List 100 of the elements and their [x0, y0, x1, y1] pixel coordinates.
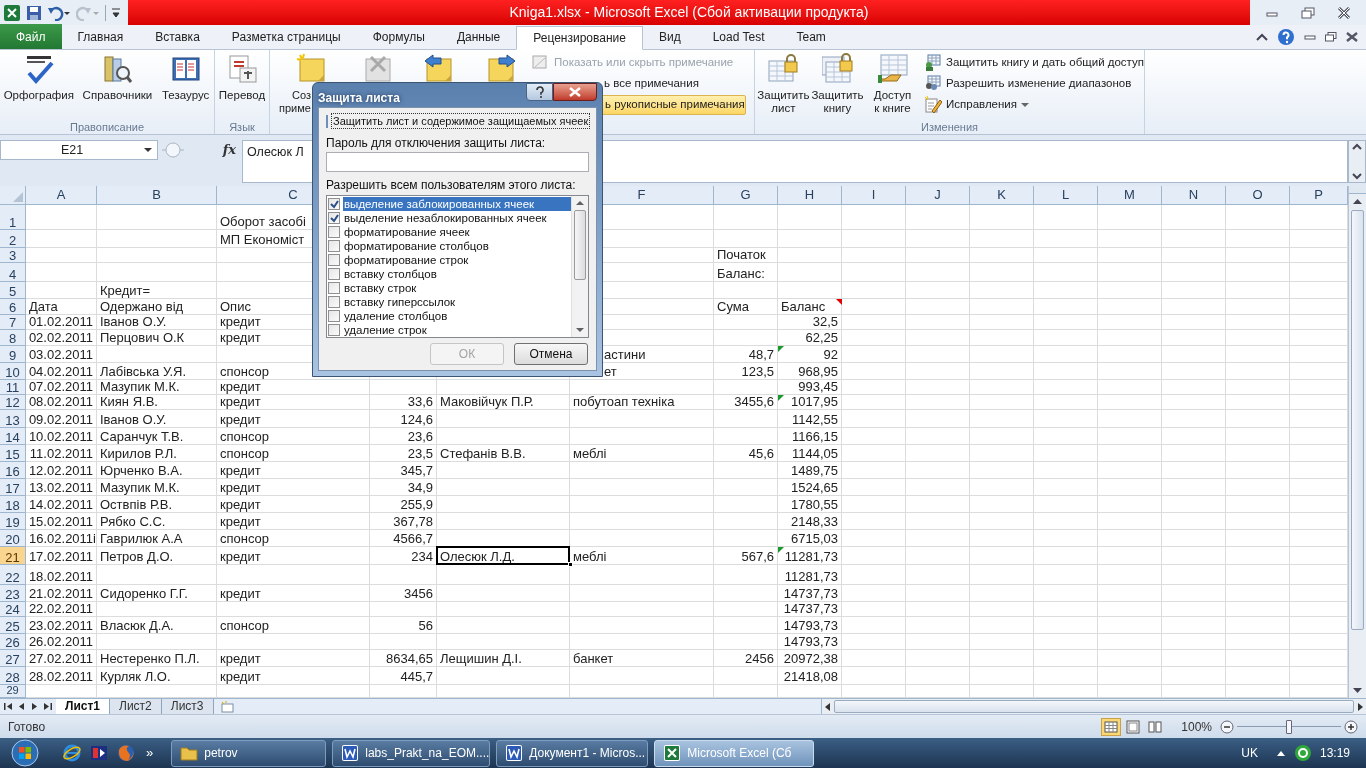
row-header[interactable]: 16: [0, 462, 26, 479]
table-cell[interactable]: Сума: [714, 299, 777, 314]
ribbon-button[interactable]: Защитить книгу и дать общий доступ: [924, 53, 1144, 73]
table-cell[interactable]: Сидоренко Г.Г.: [97, 585, 216, 601]
table-cell[interactable]: Лабівська У.Я.: [97, 363, 216, 379]
ribbon-tab[interactable]: Формулы: [356, 25, 441, 49]
clock[interactable]: 13:19: [1319, 744, 1350, 762]
view-button[interactable]: [1101, 717, 1122, 736]
table-cell[interactable]: Гаврилюк А.А: [97, 530, 216, 546]
password-field[interactable]: [326, 152, 589, 172]
row-header[interactable]: 3: [0, 248, 26, 263]
table-cell[interactable]: Власюк Д.А.: [97, 617, 216, 633]
table-cell[interactable]: Перцович О.К: [97, 330, 216, 345]
table-cell[interactable]: 14737,73: [778, 602, 841, 616]
table-cell[interactable]: меблі: [570, 547, 713, 564]
first-sheet-icon[interactable]: [4, 702, 13, 711]
table-cell[interactable]: 14793,73: [778, 617, 841, 633]
table-cell[interactable]: 968,95: [778, 363, 841, 379]
table-cell[interactable]: побутоап техніка: [570, 395, 713, 409]
checkbox[interactable]: [328, 310, 340, 322]
zoom-out-icon[interactable]: [1220, 719, 1234, 734]
media-icon[interactable]: [90, 744, 108, 762]
close-button[interactable]: [553, 83, 597, 101]
browser-e-icon[interactable]: [62, 743, 82, 763]
table-cell[interactable]: 6715,03: [778, 530, 841, 546]
table-cell[interactable]: 03.02.2011: [26, 346, 96, 362]
table-cell[interactable]: спонсор: [217, 530, 369, 546]
table-cell[interactable]: 234: [370, 547, 436, 564]
column-header[interactable]: H: [778, 186, 842, 204]
table-cell[interactable]: кредит: [217, 547, 369, 564]
table-cell[interactable]: кредит: [217, 650, 369, 666]
list-item[interactable]: удаление столбцов: [343, 309, 571, 323]
row-header[interactable]: 29: [0, 685, 26, 698]
row-header[interactable]: 8: [0, 330, 26, 346]
table-cell[interactable]: Маковійчук П.Р.: [437, 395, 569, 409]
ribbon-tab[interactable]: Главная: [61, 25, 140, 49]
table-cell[interactable]: 62,25: [778, 330, 841, 345]
table-cell[interactable]: 33,6: [370, 395, 436, 409]
ribbon-tab[interactable]: Рецензирование: [516, 26, 643, 50]
close-icon[interactable]: [1346, 32, 1358, 42]
column-header[interactable]: G: [714, 186, 778, 204]
column-header[interactable]: A: [26, 186, 97, 204]
checkbox[interactable]: [328, 226, 340, 238]
zoom-level[interactable]: 100%: [1181, 717, 1212, 736]
row-header[interactable]: 5: [0, 282, 26, 299]
list-item[interactable]: удаление строк: [343, 323, 571, 337]
table-cell[interactable]: кредит: [217, 380, 369, 394]
sheet-tab[interactable]: Лист1: [56, 699, 111, 714]
row-header[interactable]: 9: [0, 346, 26, 363]
table-cell[interactable]: 14737,73: [778, 585, 841, 601]
table-cell[interactable]: Петров Д.О.: [97, 547, 216, 564]
table-cell[interactable]: Киян Я.В.: [97, 395, 216, 409]
scroll-down-icon[interactable]: [1349, 170, 1365, 182]
table-cell[interactable]: Мазупик М.К.: [97, 380, 216, 394]
table-cell[interactable]: меблі: [570, 445, 713, 461]
sheet-tab[interactable]: Лист2: [110, 699, 162, 714]
scrollbar-thumb[interactable]: [1351, 210, 1364, 630]
row-header[interactable]: 20: [0, 530, 26, 547]
column-header[interactable]: K: [970, 186, 1034, 204]
table-cell[interactable]: 56: [370, 617, 436, 633]
table-cell[interactable]: 13.02.2011: [26, 479, 96, 495]
row-header[interactable]: 2: [0, 230, 26, 248]
column-header[interactable]: O: [1226, 186, 1290, 204]
taskbar-button[interactable]: Документ1 - Micros...: [496, 739, 649, 767]
dialog-button[interactable]: Отмена: [514, 343, 588, 365]
row-header[interactable]: 18: [0, 496, 26, 513]
table-cell[interactable]: 04.02.2011: [26, 363, 96, 379]
sheet-tab[interactable]: Лист3: [161, 699, 214, 714]
table-cell[interactable]: 2148,33: [778, 513, 841, 529]
row-header[interactable]: 12: [0, 395, 26, 410]
table-cell[interactable]: 10.02.2011: [26, 428, 96, 444]
last-sheet-icon[interactable]: [43, 702, 52, 711]
table-cell[interactable]: 09.02.2011: [26, 410, 96, 427]
table-cell[interactable]: 34,9: [370, 479, 436, 495]
row-header[interactable]: 25: [0, 617, 26, 634]
table-cell[interactable]: 1489,75: [778, 462, 841, 478]
table-cell[interactable]: 15.02.2011: [26, 513, 96, 529]
column-header[interactable]: I: [842, 186, 906, 204]
row-header[interactable]: 24: [0, 602, 26, 617]
row-header[interactable]: 22: [0, 565, 26, 585]
table-cell[interactable]: 1017,95: [778, 395, 841, 409]
table-cell[interactable]: Баланс: [778, 299, 841, 314]
table-cell[interactable]: 92: [778, 346, 841, 362]
ribbon-tab[interactable]: Разметка страницы: [215, 25, 357, 49]
column-header[interactable]: N: [1162, 186, 1226, 204]
checkbox[interactable]: [328, 240, 340, 252]
tray-expand-icon[interactable]: [1275, 749, 1286, 757]
zoom-in-icon[interactable]: [1344, 719, 1358, 734]
table-cell[interactable]: 255,9: [370, 496, 436, 512]
table-cell[interactable]: кредит: [217, 667, 369, 684]
fox-globe-icon[interactable]: [116, 743, 136, 763]
table-cell[interactable]: 993,45: [778, 380, 841, 394]
table-cell[interactable]: Одержано від: [97, 299, 216, 314]
table-cell[interactable]: Баланс:: [714, 263, 777, 281]
fill-handle[interactable]: [568, 562, 573, 567]
list-item[interactable]: вставку строк: [343, 281, 571, 295]
ribbon-button[interactable]: Защитить лист: [757, 53, 810, 115]
table-cell[interactable]: Кредит=: [97, 282, 216, 298]
table-cell[interactable]: 1780,55: [778, 496, 841, 512]
table-cell[interactable]: кредит: [217, 395, 369, 409]
